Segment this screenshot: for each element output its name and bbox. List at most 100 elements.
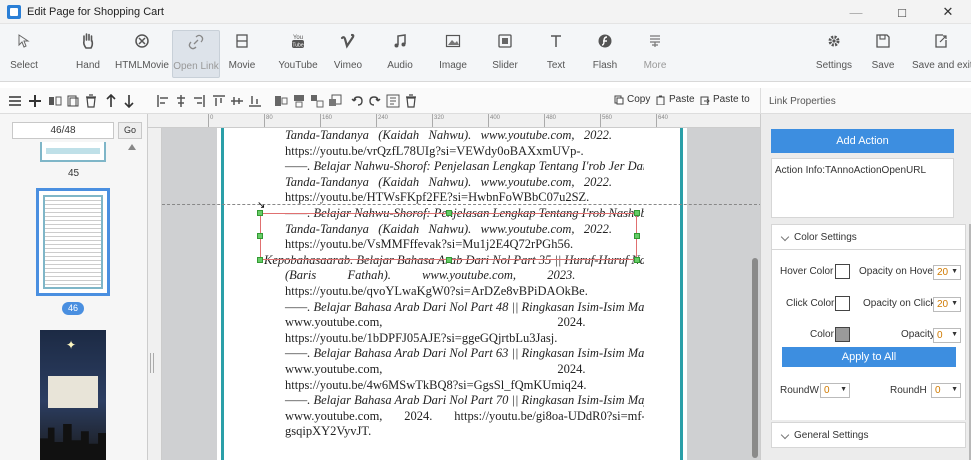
color-swatch[interactable] xyxy=(835,327,850,342)
select-icon xyxy=(18,34,30,48)
ruler-tick xyxy=(544,114,545,127)
add-page-icon[interactable] xyxy=(28,94,42,108)
document-line: ——. Belajar Nahwu-Shorof: Penjelasan Len… xyxy=(285,159,644,174)
canvas-scrollbar[interactable] xyxy=(752,258,758,458)
paste-to-button[interactable]: Paste to xyxy=(700,94,750,105)
paste-icon xyxy=(656,95,665,105)
paste-button[interactable]: Paste xyxy=(656,94,695,105)
ruler-tick-label: 160 xyxy=(322,115,333,121)
open-link-tool-button[interactable]: Open Link xyxy=(172,30,220,78)
page-number-input[interactable]: 46/48 xyxy=(12,122,114,139)
go-button[interactable]: Go xyxy=(118,122,142,139)
hand-tool-button[interactable]: Hand xyxy=(70,30,106,78)
save-tool-button[interactable]: Save xyxy=(868,30,898,78)
youtube-tool-button[interactable]: You Tube YouTube xyxy=(276,30,320,78)
thumbnail-page-47[interactable]: ✦ xyxy=(40,330,106,460)
ruler-tick-label: 480 xyxy=(546,115,557,121)
main-ribbon: Select Hand HTMLMovie Open Link Movie Yo… xyxy=(0,24,971,82)
move-up-icon[interactable] xyxy=(104,94,118,108)
add-action-button[interactable]: Add Action xyxy=(771,129,954,153)
general-settings-header[interactable]: General Settings xyxy=(771,422,966,448)
apply-to-all-button[interactable]: Apply to All xyxy=(782,347,956,367)
page-canvas[interactable]: Tanda-Tandanya (Kaidah Nahwu). www.youtu… xyxy=(162,128,760,460)
roundh-select[interactable]: 0 ▼ xyxy=(931,383,961,398)
paste-to-icon xyxy=(700,96,710,105)
chevron-down-icon xyxy=(780,232,790,242)
redo-icon[interactable] xyxy=(368,94,382,108)
resize-handle-tc[interactable] xyxy=(446,210,452,216)
ruler-tick-label: 560 xyxy=(602,115,613,121)
thumbnail-page-46[interactable] xyxy=(36,188,110,296)
opacity-select[interactable]: 0 ▼ xyxy=(933,328,961,343)
copy-style-icon[interactable] xyxy=(386,94,400,108)
resize-handle-br[interactable] xyxy=(634,257,640,263)
resize-handle-bc[interactable] xyxy=(446,257,452,263)
minimize-button[interactable]: — xyxy=(833,0,879,24)
undo-icon[interactable] xyxy=(350,94,364,108)
save-exit-tool-button[interactable]: Save and exit xyxy=(912,30,971,78)
ruler-tick xyxy=(488,114,489,127)
scroll-up-arrow[interactable] xyxy=(128,144,136,150)
resize-handle-bl[interactable] xyxy=(257,257,263,263)
align-left-icon[interactable] xyxy=(156,94,170,108)
opacity-on-hover-select[interactable]: 20 ▼ xyxy=(933,265,961,280)
hover-color-swatch[interactable] xyxy=(835,264,850,279)
audio-tool-button[interactable]: Audio xyxy=(384,30,416,78)
move-down-icon[interactable] xyxy=(122,94,136,108)
text-tool-button[interactable]: Text xyxy=(542,30,570,78)
slider-tool-button[interactable]: Slider xyxy=(488,30,522,78)
duplicate-page-icon[interactable] xyxy=(66,94,80,108)
copy-icon xyxy=(614,95,624,104)
trash-icon[interactable] xyxy=(404,94,418,108)
same-width-icon[interactable] xyxy=(274,94,288,108)
close-button[interactable]: ✕ xyxy=(925,0,971,24)
document-line: (Baris Fathah). www.youtube.com, 2023. xyxy=(285,268,576,283)
bring-front-icon[interactable] xyxy=(328,94,342,108)
movie-tool-button[interactable]: Movie xyxy=(226,30,258,78)
more-tool-button[interactable]: More xyxy=(640,30,670,78)
select-tool-button[interactable]: Select xyxy=(4,30,44,78)
link-properties-title: Link Properties xyxy=(760,88,971,114)
ruler-tick-label: 640 xyxy=(658,115,669,121)
html-movie-tool-button[interactable]: HTMLMovie xyxy=(114,30,170,78)
flash-icon xyxy=(598,34,612,48)
ruler-tick xyxy=(264,114,265,127)
roundw-select[interactable]: 0 ▼ xyxy=(820,383,850,398)
ruler-tick-label: 0 xyxy=(210,115,214,121)
list-icon[interactable] xyxy=(8,94,22,108)
same-height-icon[interactable] xyxy=(292,94,306,108)
settings-icon xyxy=(828,35,840,47)
align-top-icon[interactable] xyxy=(212,94,226,108)
document-line: Tanda-Tandanya (Kaidah Nahwu). www.youtu… xyxy=(285,174,612,189)
thumbnail-page-45[interactable] xyxy=(40,142,106,162)
page-right-border xyxy=(680,128,683,460)
document-line: www.youtube.com, 2024. xyxy=(285,315,586,330)
document-line: www.youtube.com, 2024. https://youtu.be/… xyxy=(285,408,644,423)
align-right-icon[interactable] xyxy=(192,94,206,108)
color-settings-header[interactable]: Color Settings xyxy=(771,224,966,250)
flash-tool-button[interactable]: Flash xyxy=(588,30,622,78)
align-bottom-icon[interactable] xyxy=(248,94,262,108)
align-center-icon[interactable] xyxy=(174,94,188,108)
settings-tool-button[interactable]: Settings xyxy=(812,30,856,78)
resize-handle-tr[interactable] xyxy=(634,210,640,216)
document-line: https://youtu.be/qvoYLwaKgW0?si=ArDZe8vB… xyxy=(285,283,588,298)
page-thumbnails-panel: 46/48 Go 45 46 ✦ xyxy=(0,114,148,460)
document-line: www.youtube.com, 2024. xyxy=(285,361,586,376)
ruler-tick-label: 320 xyxy=(434,115,445,121)
link-selection-box[interactable] xyxy=(257,210,640,263)
maximize-button[interactable]: □ xyxy=(879,0,925,24)
vimeo-tool-button[interactable]: Vimeo xyxy=(330,30,366,78)
same-size-icon[interactable] xyxy=(310,94,324,108)
document-line: gsqipXY2VyvJT. xyxy=(285,424,372,439)
resize-handle-mr[interactable] xyxy=(634,233,640,239)
document-text: Tanda-Tandanya (Kaidah Nahwu). www.youtu… xyxy=(264,128,644,440)
align-middle-icon[interactable] xyxy=(230,94,244,108)
delete-page-icon[interactable] xyxy=(84,94,98,108)
copy-button[interactable]: Copy xyxy=(614,94,650,105)
opacity-on-click-select[interactable]: 20 ▼ xyxy=(933,297,961,312)
resize-handle-ml[interactable] xyxy=(257,233,263,239)
image-tool-button[interactable]: Image xyxy=(436,30,470,78)
click-color-swatch[interactable] xyxy=(835,296,850,311)
insert-page-icon[interactable] xyxy=(48,94,62,108)
